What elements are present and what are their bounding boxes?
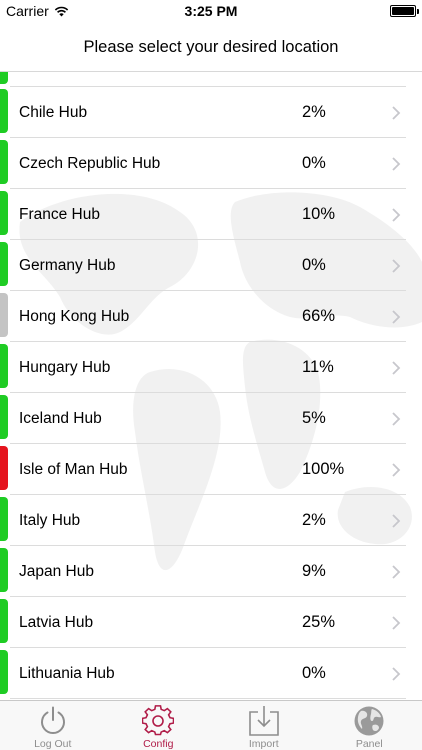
- gear-icon: [142, 705, 175, 736]
- hub-name: Japan Hub: [19, 562, 94, 580]
- status-indicator: [0, 599, 8, 643]
- status-bar: Carrier 3:25 PM: [0, 0, 422, 24]
- hub-row[interactable]: France Hub 10%: [0, 189, 422, 240]
- hub-row[interactable]: Hong Kong Hub 66%: [0, 291, 422, 342]
- hub-name: Isle of Man Hub: [19, 460, 128, 478]
- chevron-right-icon: [392, 462, 401, 477]
- status-indicator: [0, 89, 8, 133]
- tab-panel[interactable]: Panel: [317, 701, 422, 750]
- hub-name: Italy Hub: [19, 511, 81, 529]
- tab-label: Panel: [355, 738, 383, 750]
- hub-row[interactable]: Latvia Hub 25%: [0, 597, 422, 648]
- hub-row[interactable]: Iceland Hub 5%: [0, 393, 422, 444]
- tab-import[interactable]: Import: [211, 701, 317, 750]
- chevron-right-icon: [392, 666, 401, 681]
- hub-load: 0%: [302, 256, 326, 274]
- hub-row[interactable]: Isle of Man Hub 100%: [0, 444, 422, 495]
- status-indicator: [0, 344, 8, 388]
- chevron-right-icon: [392, 513, 401, 528]
- globe-icon: [354, 706, 384, 736]
- hub-row[interactable]: Hungary Hub 11%: [0, 342, 422, 393]
- location-list[interactable]: Chile Hub 2% Czech Republic Hub 0% France Hu…: [0, 72, 422, 700]
- hub-load: 2%: [302, 103, 326, 121]
- tab-bar: Log Out Config Import Panel: [0, 700, 422, 750]
- chevron-right-icon: [392, 309, 401, 324]
- hub-name: Iceland Hub: [19, 409, 102, 427]
- hub-load: 0%: [302, 664, 326, 682]
- hub-row[interactable]: Chile Hub 2%: [0, 87, 422, 138]
- hub-rows: Chile Hub 2% Czech Republic Hub 0% France Hu…: [0, 72, 422, 699]
- status-indicator: [0, 650, 8, 694]
- chevron-right-icon: [392, 258, 401, 273]
- hub-name: Lithuania Hub: [19, 664, 115, 682]
- status-indicator: [0, 548, 8, 592]
- tab-config[interactable]: Config: [106, 701, 212, 750]
- status-indicator: [0, 140, 8, 184]
- power-icon: [40, 706, 65, 734]
- hub-load: 5%: [302, 409, 326, 427]
- status-indicator: [0, 72, 8, 84]
- chevron-right-icon: [392, 105, 401, 120]
- chevron-right-icon: [392, 411, 401, 426]
- hub-name: Czech Republic Hub: [19, 154, 161, 172]
- status-indicator: [0, 293, 8, 337]
- hub-load: 2%: [302, 511, 326, 529]
- hub-row[interactable]: Italy Hub 2%: [0, 495, 422, 546]
- hub-name: Hong Kong Hub: [19, 307, 130, 325]
- hub-row[interactable]: Japan Hub 9%: [0, 546, 422, 597]
- hub-load: 10%: [302, 205, 336, 223]
- battery-icon: [390, 5, 419, 17]
- hub-name: Germany Hub: [19, 256, 116, 274]
- tab-label: Import: [248, 738, 279, 750]
- chevron-right-icon: [392, 360, 401, 375]
- hub-load: 25%: [302, 613, 336, 631]
- tab-log-out[interactable]: Log Out: [0, 701, 106, 750]
- list-item-partial[interactable]: [0, 72, 422, 87]
- tab-label: Config: [143, 738, 174, 750]
- hub-row[interactable]: Czech Republic Hub 0%: [0, 138, 422, 189]
- hub-load: 11%: [302, 358, 334, 376]
- status-indicator: [0, 395, 8, 439]
- hub-load: 9%: [302, 562, 326, 580]
- status-indicator: [0, 242, 8, 286]
- hub-name: France Hub: [19, 205, 100, 223]
- status-indicator: [0, 446, 8, 490]
- page-title: Please select your desired location: [0, 24, 422, 72]
- hub-load: 100%: [302, 460, 345, 478]
- chevron-right-icon: [392, 564, 401, 579]
- hub-row[interactable]: Germany Hub 0%: [0, 240, 422, 291]
- tab-label: Log Out: [34, 738, 72, 750]
- hub-name: Hungary Hub: [19, 358, 111, 376]
- status-indicator: [0, 497, 8, 541]
- hub-load: 66%: [302, 307, 336, 325]
- hub-row[interactable]: Lithuania Hub 0%: [0, 648, 422, 699]
- hub-load: 0%: [302, 154, 326, 172]
- chevron-right-icon: [392, 207, 401, 222]
- status-time: 3:25 PM: [184, 3, 238, 19]
- chevron-right-icon: [392, 615, 401, 630]
- import-icon: [248, 706, 279, 736]
- status-indicator: [0, 191, 8, 235]
- chevron-right-icon: [392, 156, 401, 171]
- hub-name: Chile Hub: [19, 103, 88, 121]
- hub-name: Latvia Hub: [19, 613, 94, 631]
